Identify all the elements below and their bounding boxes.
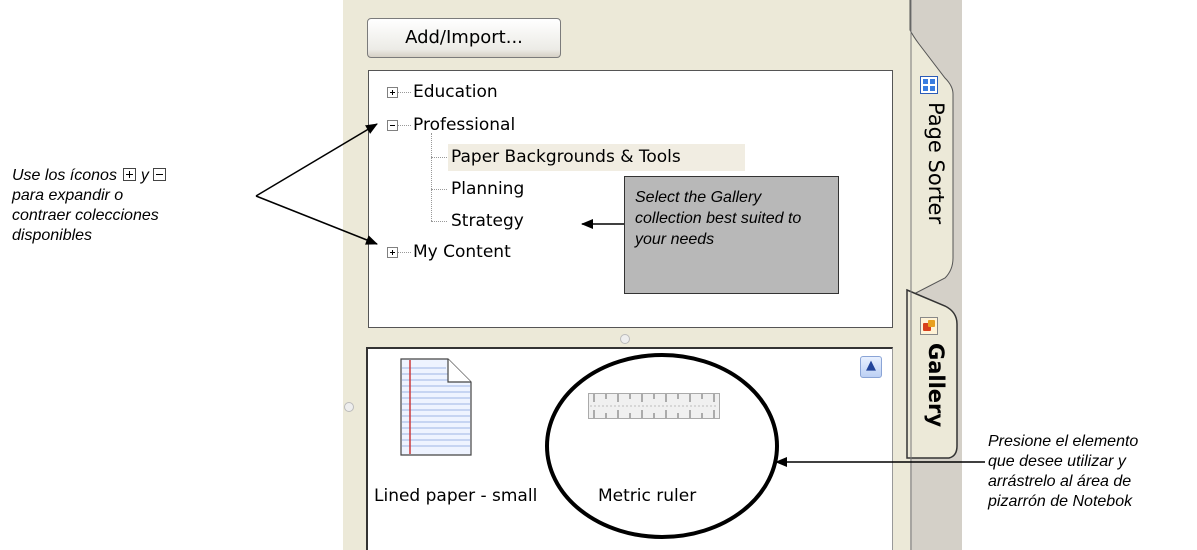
annotation-overlay [255,123,985,539]
arrow-to-my-content [255,195,378,245]
highlight-ellipse [545,353,779,539]
arrow-to-professional [255,123,378,197]
